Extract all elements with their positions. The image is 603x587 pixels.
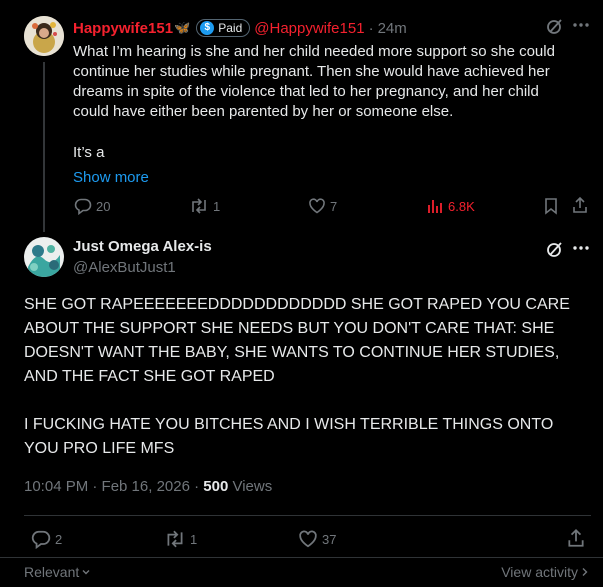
grok-icon[interactable] xyxy=(546,17,564,35)
view-activity-link[interactable]: View activity xyxy=(501,564,589,580)
main-handle[interactable]: @AlexButJust1 xyxy=(73,259,176,276)
more-options-icon[interactable] xyxy=(573,23,589,27)
reply-views-count: 6.8K xyxy=(448,198,475,214)
main-reply-button[interactable]: 2 xyxy=(31,529,62,549)
reply-views-button[interactable]: 6.8K xyxy=(426,197,475,215)
sort-dropdown[interactable]: Relevant xyxy=(24,564,91,580)
tweet-meta: 10:04 PM · Feb 16, 2026 · 500 Views xyxy=(24,478,272,495)
thread-line xyxy=(43,62,45,232)
reply-repost-button[interactable]: 1 xyxy=(189,197,220,215)
main-body: SHE GOT RAPEEEEEEEDDDDDDDDDDDD SHE GOT R… xyxy=(24,293,594,461)
share-icon[interactable] xyxy=(572,196,588,214)
main-repost-count: 1 xyxy=(190,531,198,547)
main-body-line: DOESN'T WANT THE BABY, SHE WANTS TO CONT… xyxy=(24,344,560,361)
dollar-icon: $ xyxy=(200,21,215,35)
reply-body: What I’m hearing is she and her child ne… xyxy=(73,42,593,188)
heart-icon xyxy=(299,530,317,548)
paid-badge[interactable]: $ Paid xyxy=(196,19,251,37)
reply-handle[interactable]: @Happywife151 xyxy=(254,20,364,37)
heart-icon xyxy=(309,198,325,214)
views-count: 500 xyxy=(203,478,229,495)
repost-icon xyxy=(167,530,183,548)
comment-icon xyxy=(74,198,92,215)
grok-icon[interactable] xyxy=(546,240,564,258)
reply-reply-count: 20 xyxy=(96,198,111,214)
main-body-line: AND THE FACT SHE GOT RAPED xyxy=(24,368,275,385)
main-avatar[interactable] xyxy=(24,237,64,277)
paid-badge-label: Paid xyxy=(218,21,243,35)
main-reply-count: 2 xyxy=(55,531,63,547)
main-repost-button[interactable]: 1 xyxy=(164,529,197,549)
chevron-down-icon xyxy=(82,570,90,575)
reply-body-line: continue her studies while pregnant. The… xyxy=(73,63,550,80)
main-like-button[interactable]: 37 xyxy=(298,529,336,549)
share-icon[interactable] xyxy=(567,528,585,548)
reply-body-line: What I’m hearing is she and her child ne… xyxy=(73,43,555,60)
comment-icon xyxy=(31,530,51,549)
views-label: Views xyxy=(228,478,273,495)
reply-avatar[interactable] xyxy=(24,16,64,56)
reply-body-tail: It’s a xyxy=(73,144,105,161)
main-body-line: SHE GOT RAPEEEEEEEDDDDDDDDDDDD SHE GOT R… xyxy=(24,296,570,313)
reply-like-count: 7 xyxy=(330,198,338,214)
reply-body-line: dreams in spite of the violence that led… xyxy=(73,83,539,100)
analytics-icon xyxy=(428,200,442,213)
reply-display-name[interactable]: Happywife151 xyxy=(73,20,173,37)
bookmark-icon[interactable] xyxy=(544,197,558,215)
butterfly-emoji: 🦋 xyxy=(174,20,191,35)
main-body-line: YOU PRO LIFE MFS xyxy=(24,440,175,457)
reply-body-line: could have either been parented by her o… xyxy=(73,103,454,120)
tweet-page: Happywife151 🦋 $ Paid @Happywife151 · 24… xyxy=(0,0,603,587)
main-body-line: ABOUT THE SUPPORT SHE NEEDS BUT YOU DON'… xyxy=(24,320,555,337)
reply-separator: · xyxy=(368,19,374,37)
reply-header: Happywife151 🦋 $ Paid @Happywife151 · 24… xyxy=(73,17,407,39)
main-display-name[interactable]: Just Omega Alex-is xyxy=(73,238,212,255)
reply-repost-count: 1 xyxy=(213,198,221,214)
reply-time[interactable]: 24m xyxy=(378,20,407,37)
divider xyxy=(24,515,591,516)
view-activity-label: View activity xyxy=(501,564,578,580)
divider xyxy=(0,557,603,558)
chevron-right-icon xyxy=(582,568,588,576)
tweet-timestamp[interactable]: 10:04 PM · Feb 16, 2026 · xyxy=(24,478,203,495)
main-like-count: 37 xyxy=(322,531,337,547)
reply-like-button[interactable]: 7 xyxy=(308,197,337,215)
main-body-line: I FUCKING HATE YOU BITCHES AND I WISH TE… xyxy=(24,416,554,433)
repost-icon xyxy=(192,198,206,214)
show-more-link[interactable]: Show more xyxy=(73,168,593,188)
sort-dropdown-label: Relevant xyxy=(24,564,80,580)
reply-reply-button[interactable]: 20 xyxy=(74,197,110,215)
more-options-icon[interactable] xyxy=(573,246,589,250)
